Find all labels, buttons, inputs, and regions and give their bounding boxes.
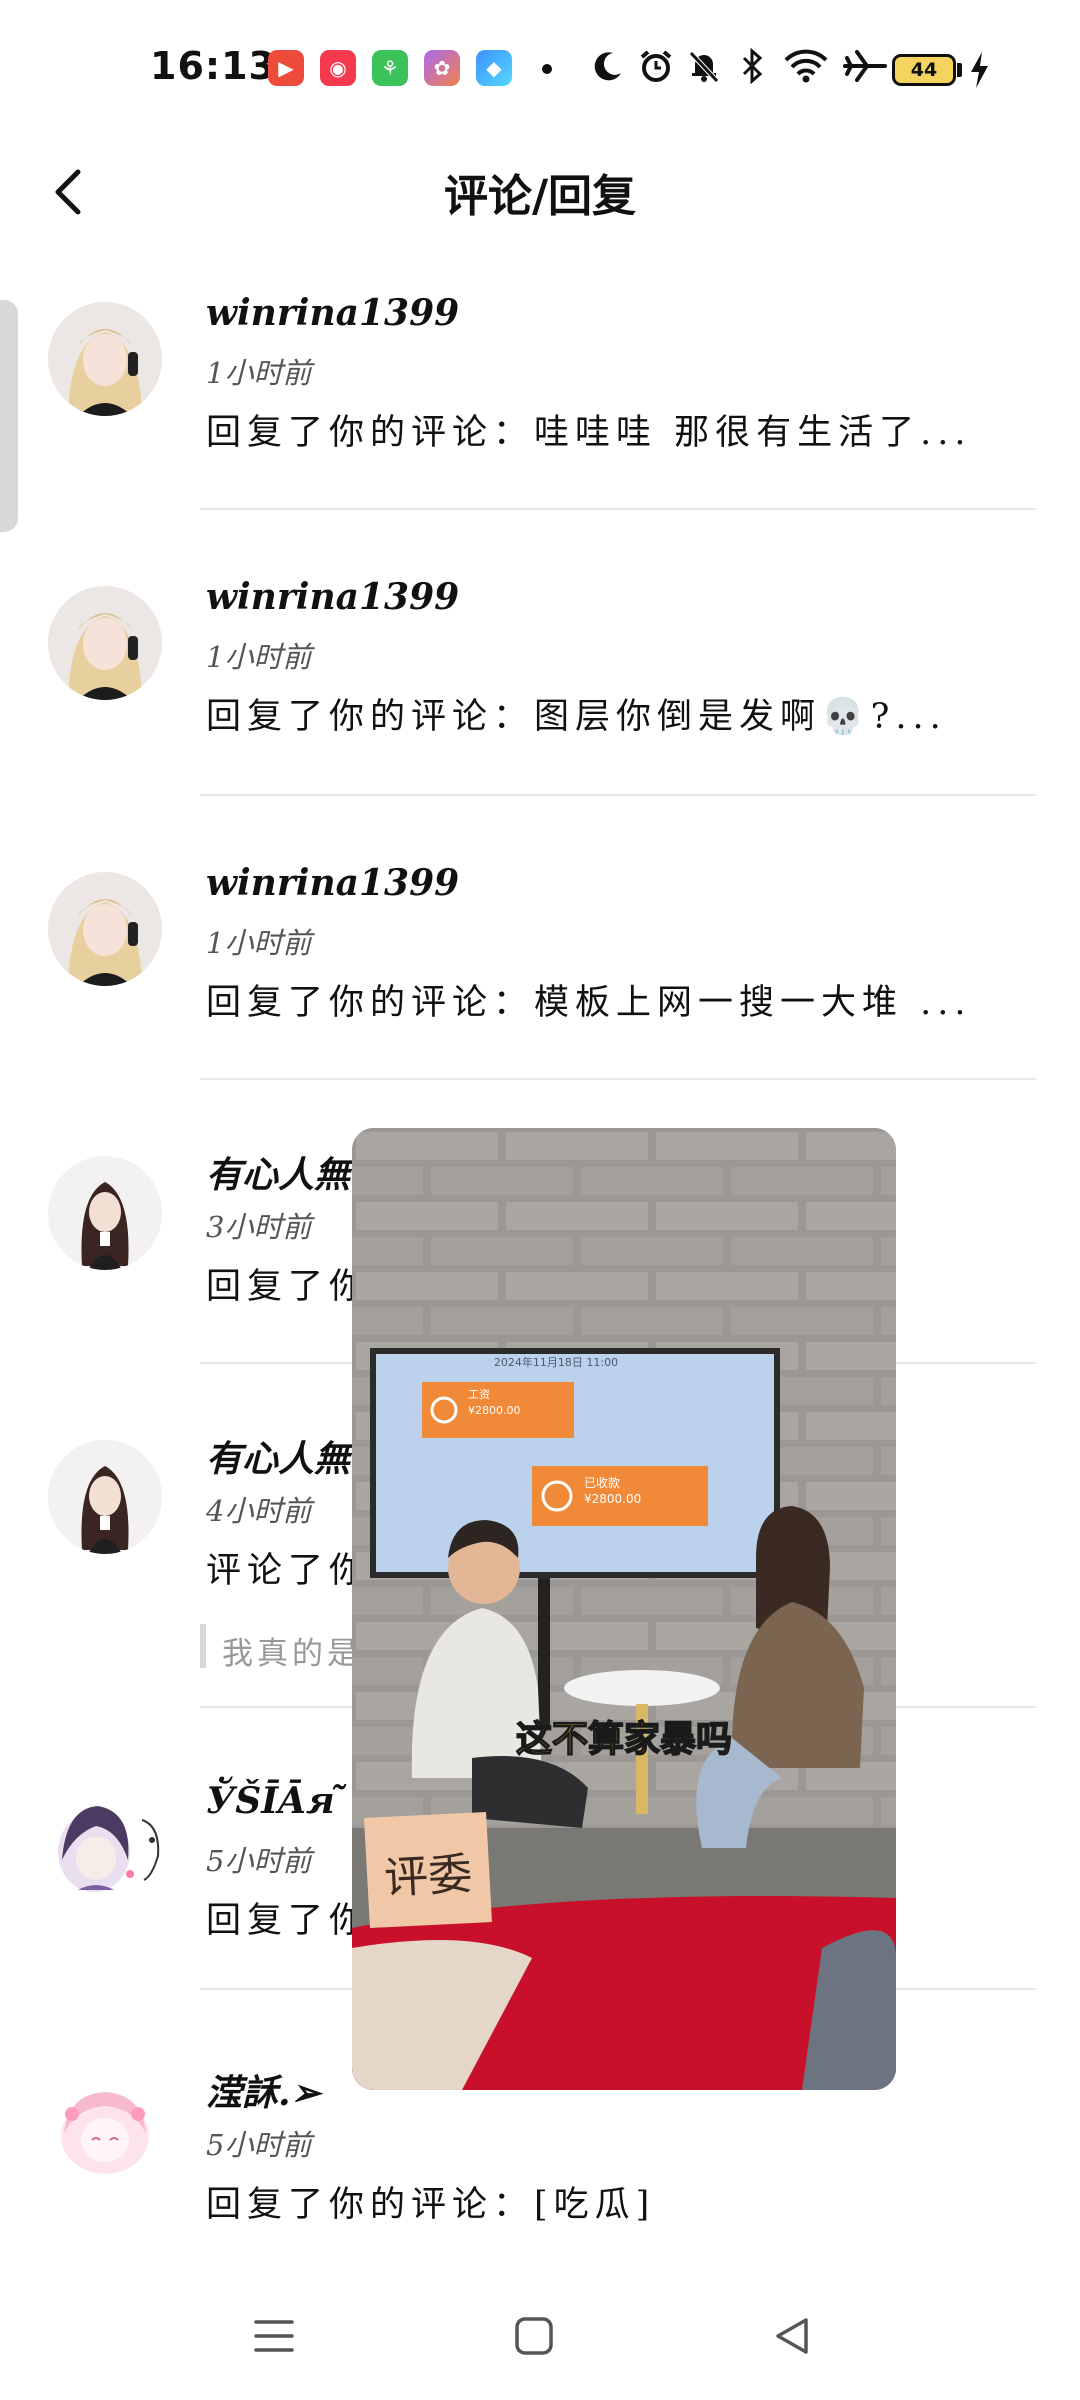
notification-text: 回复了你 [206,1267,371,1307]
timestamp: 1小时前 [206,926,312,960]
username[interactable]: 滢訸.➢ [206,2064,321,2116]
page-title: 评论/回复 [443,171,637,222]
timestamp: 4小时前 [206,1494,312,1528]
bluetooth-icon [734,46,770,86]
username[interactable]: 有心人無 [206,1430,350,1482]
video-subtitle: 这不算家暴吗 [352,1710,896,1762]
avatar[interactable] [48,1790,178,1904]
avatar[interactable] [48,2074,162,2188]
username[interactable]: 有心人無 [206,1146,350,1198]
avatar[interactable] [48,872,162,986]
home-icon[interactable] [512,2314,556,2362]
system-nav-bar [0,2296,1080,2376]
video-frame [352,1128,896,2090]
moon-icon [590,46,626,86]
avatar[interactable] [48,1440,162,1554]
subtitle-highlight: 家暴 [623,1718,697,1761]
timestamp: 5小时前 [206,1844,312,1878]
charging-icon [968,50,990,94]
more-notifications-dot [542,64,552,74]
page-header: 评论/回复 [0,140,1080,250]
username[interactable]: winrina1399 [206,862,459,904]
airplane-icon [842,46,888,86]
camera-app-icon: ◉ [320,50,356,86]
divider [200,1078,1036,1080]
palette-app-icon: ✿ [424,50,460,86]
notification-text: 回复了你 [206,1901,371,1941]
quoted-comment: 我真的是 [222,1636,362,1672]
divider [200,508,1036,510]
judge-sign-text: 评委 [382,1848,474,1905]
system-icons [590,46,888,86]
notification-text: 评论了你 [206,1551,371,1591]
notification-text: 回复了你的评论：[吃瓜] [206,2185,656,2225]
avatar[interactable] [48,302,162,416]
battery-indicator: 44 [892,54,956,86]
notification-text: 回复了你的评论：模板上网一搜一大堆 ... [206,983,972,1023]
screen-date-text: 2024年11月18日 11:00 [493,1356,619,1369]
username[interactable]: ЎŠĪĀя ̃ [206,1780,347,1822]
avatar[interactable] [48,586,162,700]
notification-app-icons: ▶ ◉ ⚘ ✿ ◆ [268,50,512,86]
subtitle-part: 吗 [695,1718,733,1761]
wifi-icon [782,46,830,86]
android-store-icon: ⚘ [372,50,408,86]
status-time: 16:13 [150,44,276,88]
notification-text: 回复了你的评论：图层你倒是发啊💀?... [206,697,947,737]
menu-icon[interactable] [252,2316,296,2360]
screen-card2-amount: ¥2800.00 [584,1492,642,1506]
back-triangle-icon[interactable] [770,2314,814,2362]
screen-card1-amount: ¥2800.00 [468,1404,521,1417]
avatar[interactable] [48,1156,162,1270]
mute-bell-icon [686,46,722,86]
divider [200,794,1036,796]
alarm-icon [638,46,674,86]
quote-bar [200,1624,206,1668]
username[interactable]: winrina1399 [206,576,459,618]
blue-app-icon: ◆ [476,50,512,86]
side-edge-handle[interactable] [0,300,18,532]
timestamp: 5小时前 [206,2128,312,2162]
timestamp: 3小时前 [206,1210,312,1244]
subtitle-part: 这不算 [515,1718,625,1761]
timestamp: 1小时前 [206,356,312,390]
username[interactable]: winrina1399 [206,292,459,334]
screen-card2-label: 已收款 [584,1476,621,1490]
screen-card1-label: 工资 [468,1388,490,1401]
timestamp: 1小时前 [206,640,312,674]
video-app-icon: ▶ [268,50,304,86]
status-bar: 16:13 ▶ ◉ ⚘ ✿ ◆ 44 [0,0,1080,140]
floating-video-player[interactable]: 2024年11月18日 11:00 工资 ¥2800.00 已收款 ¥2800.… [352,1128,896,2090]
notification-text: 回复了你的评论：哇哇哇 那很有生活了... [206,413,972,453]
battery-tip [957,63,962,77]
